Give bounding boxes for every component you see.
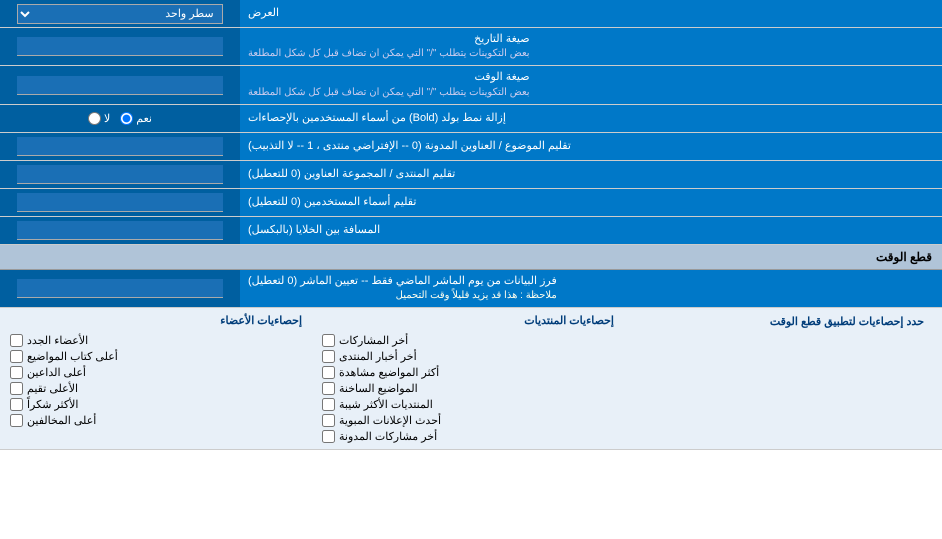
checkbox-col-forums: إحصاءيات المنتديات أخر المشاركات أخر أخب…	[322, 314, 614, 443]
text-cell-spacing[interactable]: 2	[17, 221, 222, 240]
radio-bold[interactable]: نعم لا	[0, 105, 240, 132]
input-time-format[interactable]: H:i	[0, 66, 240, 103]
text-trim-topics[interactable]: 33	[17, 137, 222, 156]
col-forums-title: إحصاءيات المنتديات	[322, 314, 614, 327]
col-members-title: إحصاءيات الأعضاء	[10, 314, 302, 327]
label-trim-topics: تقليم الموضوع / العناوين المدونة (0 -- ا…	[240, 133, 942, 160]
row-trim-topics: تقليم الموضوع / العناوين المدونة (0 -- ا…	[0, 133, 942, 161]
radio-bold-no[interactable]: لا	[88, 112, 110, 125]
row-trim-forum: تقليم المنتدى / المجموعة العناوين (0 للت…	[0, 161, 942, 189]
input-trim-topics[interactable]: 33	[0, 133, 240, 160]
row-realtime-filter: فرز البيانات من يوم الماشر الماضي فقط --…	[0, 270, 942, 308]
checkbox-last-blog-posts[interactable]: أخر مشاركات المدونة	[322, 430, 614, 443]
row-date-format: صيغة التاريخ بعض التكوينات يتطلب "/" الت…	[0, 28, 942, 66]
checkbox-most-viewed[interactable]: أكثر المواضيع مشاهدة	[322, 366, 614, 379]
row-bold: إزالة نمط بولد (Bold) من أسماء المستخدمي…	[0, 105, 942, 133]
label-display: العرض	[240, 0, 942, 27]
checkbox-top-warned[interactable]: أعلى المخالفين	[10, 414, 302, 427]
input-realtime-filter[interactable]: 0	[0, 270, 240, 307]
label-bold: إزالة نمط بولد (Bold) من أسماء المستخدمي…	[240, 105, 942, 132]
checkbox-top-posters[interactable]: أعلى كتاب المواضيع	[10, 350, 302, 363]
select-display[interactable]: سطر واحد سطران ثلاثة أسطر	[17, 4, 222, 24]
input-trim-forum[interactable]: 33	[0, 161, 240, 188]
row-trim-usernames: تقليم أسماء المستخدمين (0 للتعطيل) 0	[0, 189, 942, 217]
input-date-format[interactable]: d-m	[0, 28, 240, 65]
checkbox-columns: إحصاءيات المنتديات أخر المشاركات أخر أخب…	[10, 314, 614, 443]
label-trim-usernames: تقليم أسماء المستخدمين (0 للتعطيل)	[240, 189, 942, 216]
checkbox-top-rated[interactable]: الأعلى تقيم	[10, 382, 302, 395]
checkboxes-section: حدد إحصاءيات لتطبيق قطع الوقت إحصاءيات ا…	[0, 308, 942, 450]
checkbox-new-members[interactable]: الأعضاء الجدد	[10, 334, 302, 347]
checkbox-top-inviters[interactable]: أعلى الداعين	[10, 366, 302, 379]
row-time-format: صيغة الوقت بعض التكوينات يتطلب "/" التي …	[0, 66, 942, 104]
label-trim-forum: تقليم المنتدى / المجموعة العناوين (0 للت…	[240, 161, 942, 188]
checkbox-hot-topics[interactable]: المواضيع الساخنة	[322, 382, 614, 395]
input-cell-spacing[interactable]: 2	[0, 217, 240, 244]
checkbox-most-thanked[interactable]: الأكثر شكراً	[10, 398, 302, 411]
text-trim-forum[interactable]: 33	[17, 165, 222, 184]
label-date-format: صيغة التاريخ بعض التكوينات يتطلب "/" الت…	[240, 28, 942, 65]
row-cell-spacing: المسافة بين الخلايا (بالبكسل) 2	[0, 217, 942, 245]
input-trim-usernames[interactable]: 0	[0, 189, 240, 216]
checkbox-forum-news[interactable]: أخر أخبار المنتدى	[322, 350, 614, 363]
label-realtime-filter: فرز البيانات من يوم الماشر الماضي فقط --…	[240, 270, 942, 307]
text-realtime-filter[interactable]: 0	[17, 279, 222, 298]
checkbox-last-posts[interactable]: أخر المشاركات	[322, 334, 614, 347]
row-display: العرض سطر واحد سطران ثلاثة أسطر	[0, 0, 942, 28]
checkbox-popular-forums[interactable]: المنتديات الأكثر شيبة	[322, 398, 614, 411]
text-date-format[interactable]: d-m	[17, 37, 222, 56]
radio-bold-yes[interactable]: نعم	[120, 112, 152, 125]
label-cell-spacing: المسافة بين الخلايا (بالبكسل)	[240, 217, 942, 244]
checkbox-col-members: إحصاءيات الأعضاء الأعضاء الجدد أعلى كتاب…	[10, 314, 302, 443]
section-realtime-header: قطع الوقت	[0, 245, 942, 270]
input-display[interactable]: سطر واحد سطران ثلاثة أسطر	[0, 0, 240, 27]
checkbox-latest-classified[interactable]: أحدث الإعلانات المبوية	[322, 414, 614, 427]
label-time-format: صيغة الوقت بعض التكوينات يتطلب "/" التي …	[240, 66, 942, 103]
text-trim-usernames[interactable]: 0	[17, 193, 222, 212]
text-time-format[interactable]: H:i	[17, 76, 222, 95]
checkbox-section-label: حدد إحصاءيات لتطبيق قطع الوقت	[614, 314, 932, 328]
